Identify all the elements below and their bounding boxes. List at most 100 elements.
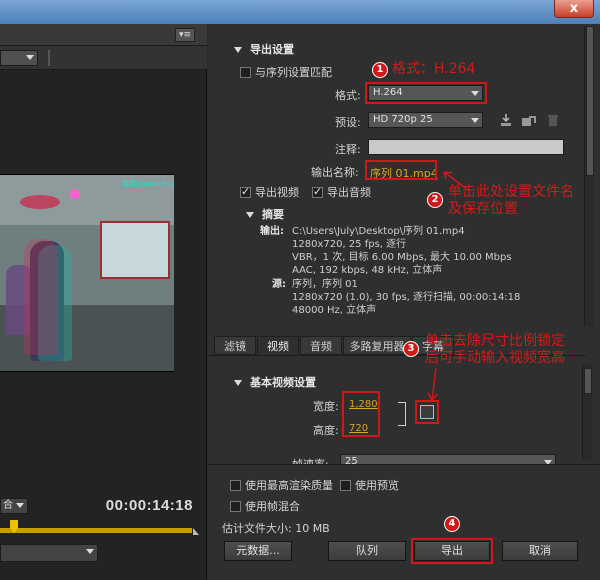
toolbar-divider	[48, 50, 50, 66]
summary-output-line: AAC, 192 kbps, 48 kHz, 立体声	[292, 265, 443, 276]
export-video-label: 导出视频	[255, 186, 299, 199]
basic-video-header[interactable]: 基本视频设置	[234, 374, 316, 390]
timecode-row: 合 00:00:14:18	[0, 494, 207, 520]
source-monitor-panel: ▾≡ 雯雯@porore Lab 合 00:00:14:18	[0, 24, 207, 580]
window-close-button[interactable]: x	[554, 0, 594, 18]
checkbox-box	[240, 66, 251, 78]
tab-filters[interactable]: 滤镜	[214, 336, 256, 355]
step-badge-2: 2	[427, 192, 443, 208]
output-name-label: 输出名称:	[311, 166, 359, 179]
tab-video[interactable]: 视频	[257, 336, 299, 355]
max-render-label: 使用最高渲染质量	[245, 479, 333, 492]
summary-output-line: VBR，1 次, 目标 6.00 Mbps, 最大 10.00 Mbps	[292, 252, 512, 263]
timeline-ruler[interactable]	[0, 520, 199, 536]
checkbox-box	[230, 479, 241, 491]
preset-value: HD 720p 25	[373, 114, 433, 125]
left-tab-bar: ▾≡	[0, 24, 207, 46]
width-label: 宽度:	[313, 400, 339, 413]
video-preview[interactable]: 雯雯@porore Lab	[0, 174, 174, 372]
max-render-quality-checkbox[interactable]: 使用最高渲染质量	[230, 477, 333, 493]
chevron-down-icon	[471, 118, 479, 123]
checkbox-box	[230, 500, 241, 512]
export-audio-checkbox[interactable]: 导出音频	[312, 184, 371, 200]
height-label: 高度:	[313, 424, 339, 437]
chevron-down-icon	[26, 55, 34, 60]
metadata-button[interactable]: 元数据...	[224, 541, 292, 561]
bracket-icon	[398, 402, 406, 426]
summary-source-line: 48000 Hz, 立体声	[292, 305, 377, 316]
annotation-box-export	[411, 538, 493, 564]
annotation-note-lock-line1: 单击去除尺寸比例锁定	[425, 333, 565, 349]
summary-title: 摘要	[262, 208, 284, 221]
window-title-bar: x	[0, 0, 600, 24]
timeline-range-bar	[0, 528, 192, 533]
summary-source-label: 源:	[272, 279, 286, 290]
export-settings-header[interactable]: 导出设置	[234, 41, 294, 57]
annotation-note-format: 格式：H.264	[392, 61, 476, 77]
out-point-icon[interactable]	[193, 528, 199, 535]
checkbox-box	[312, 185, 323, 198]
annotation-arrow-lock	[427, 367, 438, 401]
export-audio-label: 导出音频	[327, 186, 371, 199]
source-range-dropdown[interactable]	[0, 544, 98, 562]
current-timecode: 00:00:14:18	[105, 497, 193, 514]
step-badge-1: 1	[372, 62, 388, 78]
tab-audio[interactable]: 音频	[300, 336, 342, 355]
annotation-note-output-line2: 及保存位置	[448, 201, 518, 217]
source-toolbar	[0, 46, 207, 70]
scrollbar-thumb[interactable]	[586, 26, 594, 176]
frame-blend-checkbox[interactable]: 使用帧混合	[230, 498, 300, 514]
comment-input[interactable]	[368, 139, 564, 155]
collapse-triangle-icon	[246, 212, 254, 218]
source-dropdown[interactable]	[0, 50, 38, 66]
preview-dancer-2-ghost-red	[24, 239, 58, 355]
panel-menu-button[interactable]: ▾≡	[175, 28, 195, 42]
settings-scrollbar[interactable]	[584, 26, 594, 326]
export-settings-title: 导出设置	[250, 43, 294, 56]
annotation-arrow-output	[443, 171, 469, 191]
fit-dropdown[interactable]: 合	[0, 498, 28, 514]
save-preset-icon[interactable]	[499, 113, 513, 127]
export-settings-panel: 导出设置 与序列设置匹配 格式: H.264 预设: HD 720p 25 注释…	[208, 24, 600, 580]
summary-output-label: 输出:	[260, 226, 284, 237]
collapse-triangle-icon	[234, 380, 242, 386]
video-settings-scrollbar[interactable]	[582, 364, 592, 460]
preview-window	[100, 221, 170, 279]
preset-dropdown[interactable]: HD 720p 25	[368, 112, 483, 128]
annotation-box-dimensions	[342, 391, 380, 437]
summary-output-line: C:\Users\July\Desktop\序列 01.mp4	[292, 226, 465, 237]
checkbox-box	[240, 185, 251, 198]
summary-source-line: 序列，序列 01	[292, 279, 358, 290]
tab-multiplexer[interactable]: 多路复用器	[343, 336, 411, 355]
estimated-file-size: 估计文件大小: 10 MB	[222, 522, 330, 535]
export-footer: 使用最高渲染质量 使用预览 使用帧混合 估计文件大小: 10 MB 元数据...…	[208, 464, 600, 580]
match-sequence-checkbox[interactable]: 与序列设置匹配	[240, 64, 332, 80]
preview-watermark: 雯雯@porore Lab	[122, 180, 174, 188]
summary-output-line: 1280x720, 25 fps, 逐行	[292, 239, 407, 250]
use-preview-checkbox[interactable]: 使用预览	[340, 477, 399, 493]
export-video-checkbox[interactable]: 导出视频	[240, 184, 299, 200]
frame-blend-label: 使用帧混合	[245, 500, 300, 513]
use-preview-label: 使用预览	[355, 479, 399, 492]
chevron-down-icon	[16, 503, 24, 508]
queue-button[interactable]: 队列	[328, 541, 406, 561]
collapse-triangle-icon	[234, 47, 242, 53]
basic-video-title: 基本视频设置	[250, 376, 316, 389]
close-icon: x	[569, 1, 579, 16]
format-label: 格式:	[335, 89, 361, 102]
panel-menu-icon: ▾≡	[178, 30, 192, 40]
preset-label: 预设:	[335, 116, 361, 129]
comment-label: 注释:	[335, 143, 361, 156]
summary-header[interactable]: 摘要	[246, 206, 284, 222]
delete-preset-icon[interactable]	[547, 113, 559, 127]
match-sequence-label: 与序列设置匹配	[255, 66, 332, 79]
step-badge-4: 4	[444, 516, 460, 532]
preview-pink-light	[70, 189, 80, 199]
import-preset-icon[interactable]	[521, 113, 537, 127]
checkbox-box	[340, 479, 351, 491]
cancel-button[interactable]: 取消	[502, 541, 578, 561]
scrollbar-thumb[interactable]	[584, 368, 592, 394]
annotation-box-format	[365, 82, 487, 104]
annotation-box-output-name	[365, 160, 437, 180]
step-badge-3: 3	[403, 341, 419, 357]
